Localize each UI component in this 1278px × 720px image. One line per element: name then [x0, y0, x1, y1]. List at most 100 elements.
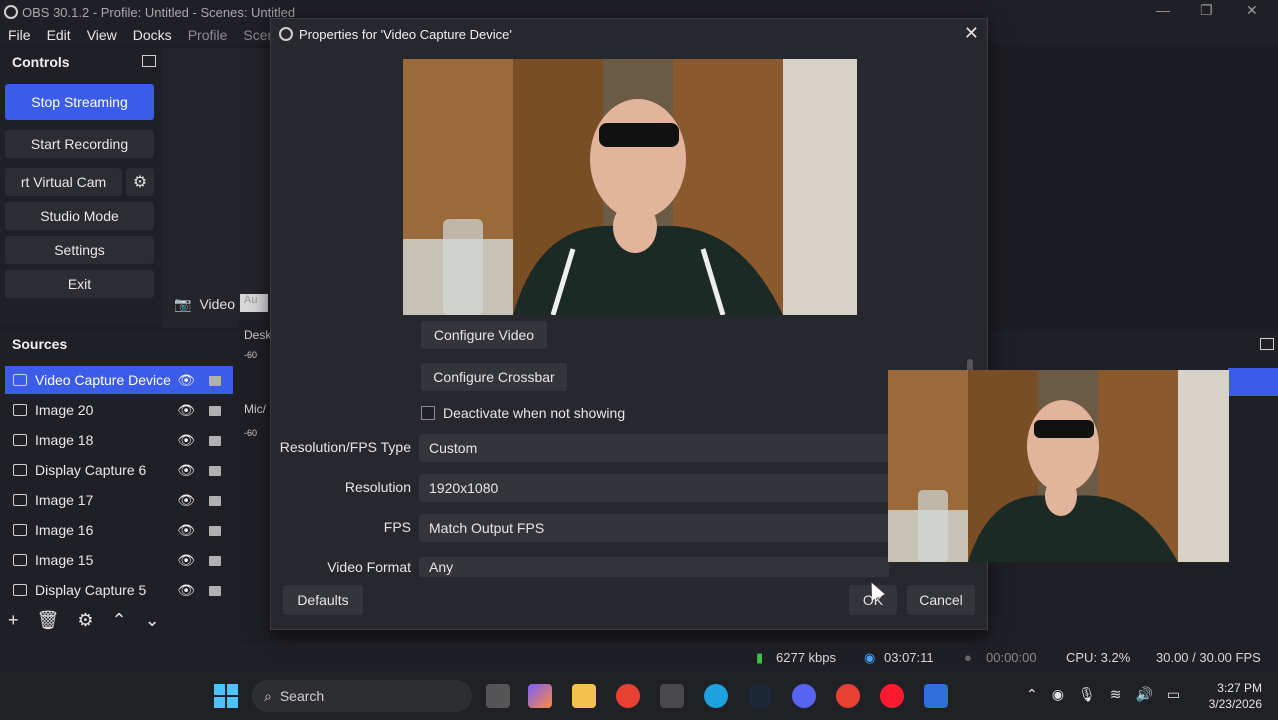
- visibility-eye-icon[interactable]: 👁: [177, 372, 195, 389]
- obs-taskbar-icon[interactable]: [924, 684, 948, 708]
- taskbar-search[interactable]: ⌕ Search: [252, 680, 472, 712]
- obs-tray-icon[interactable]: ◉: [1052, 686, 1064, 703]
- fps-readout: 30.00 / 30.00 FPS: [1156, 650, 1261, 665]
- audio-level-label: -60: [244, 350, 258, 360]
- source-row[interactable]: Image 15 👁: [5, 546, 233, 574]
- gear-icon[interactable]: ⚙: [77, 610, 93, 631]
- cancel-button[interactable]: Cancel: [907, 585, 975, 615]
- move-up-icon[interactable]: ⌃: [112, 610, 127, 631]
- visibility-eye-icon[interactable]: 👁: [177, 402, 195, 419]
- source-name: Video Capture Device: [35, 372, 171, 388]
- resolution-select[interactable]: 1920x1080: [419, 474, 889, 502]
- microphone-icon[interactable]: 🎙: [1078, 686, 1096, 703]
- virtual-cam-button[interactable]: rt Virtual Cam: [5, 168, 122, 196]
- source-row[interactable]: Image 20 👁: [5, 396, 233, 424]
- visibility-eye-icon[interactable]: 👁: [177, 552, 195, 569]
- opera-icon[interactable]: [880, 684, 904, 708]
- source-row[interactable]: Display Capture 6 👁: [5, 456, 233, 484]
- source-row[interactable]: Image 16 👁: [5, 516, 233, 544]
- resolution-fps-type-select[interactable]: Custom: [419, 434, 889, 462]
- visibility-eye-icon[interactable]: 👁: [177, 522, 195, 539]
- monitor-icon: [13, 464, 27, 476]
- undock-icon[interactable]: [1260, 338, 1274, 350]
- lock-icon[interactable]: [209, 496, 221, 506]
- move-down-icon[interactable]: ⌄: [145, 610, 160, 631]
- status-bar: ▮ 6277 kbps ◉ 03:07:11 ● 00:00:00 CPU: 3…: [0, 642, 1278, 672]
- selected-row[interactable]: [1228, 368, 1278, 396]
- controls-dock: Controls Stop Streaming Start Recording …: [0, 48, 162, 326]
- source-row[interactable]: Video Capture Device 👁: [5, 366, 233, 394]
- menu-edit[interactable]: Edit: [47, 27, 71, 43]
- visibility-eye-icon[interactable]: 👁: [177, 462, 195, 479]
- deactivate-checkbox-row[interactable]: Deactivate when not showing: [421, 405, 625, 421]
- windows-start-icon[interactable]: [214, 684, 238, 708]
- monitor-icon: [13, 584, 27, 596]
- obs-logo-icon: [4, 5, 18, 19]
- chrome-icon[interactable]: [616, 684, 640, 708]
- taskbar: ⌕ Search ⌃ ◉ 🎙 ≋ 🔊 ▭ 3:27 PM 3/23/2026: [0, 672, 1278, 720]
- clock[interactable]: 3:27 PM 3/23/2026: [1209, 680, 1262, 712]
- video-format-label: Video Format: [327, 559, 411, 575]
- scene-source-label: Video: [199, 296, 235, 312]
- copilot-icon[interactable]: [528, 684, 552, 708]
- source-row[interactable]: Display Capture 5 👁: [5, 576, 233, 604]
- lock-icon[interactable]: [209, 586, 221, 596]
- visibility-eye-icon[interactable]: 👁: [177, 582, 195, 599]
- chrome-profile-icon[interactable]: [836, 684, 860, 708]
- undock-icon[interactable]: [142, 55, 156, 67]
- defaults-button[interactable]: Defaults: [283, 585, 363, 615]
- preview-area: [162, 48, 270, 328]
- fps-select[interactable]: Match Output FPS: [419, 514, 889, 542]
- cpu-usage: CPU: 3.2%: [1066, 650, 1131, 665]
- source-row[interactable]: Image 18 👁: [5, 426, 233, 454]
- battery-icon[interactable]: ▭: [1167, 686, 1180, 703]
- source-row[interactable]: Image 17 👁: [5, 486, 233, 514]
- app-title: OBS 30.1.2 - Profile: Untitled - Scenes:…: [22, 4, 296, 20]
- steam-icon[interactable]: [748, 684, 772, 708]
- minimize-button[interactable]: —: [1156, 2, 1170, 18]
- store-icon[interactable]: [660, 684, 684, 708]
- video-format-select[interactable]: Any: [419, 557, 889, 577]
- lock-icon[interactable]: [209, 466, 221, 476]
- lock-icon[interactable]: [209, 526, 221, 536]
- lock-icon[interactable]: [209, 406, 221, 416]
- close-button[interactable]: ✕: [1246, 2, 1258, 19]
- start-recording-button[interactable]: Start Recording: [5, 130, 154, 158]
- lock-icon[interactable]: [209, 436, 221, 446]
- trash-icon[interactable]: 🗑: [37, 610, 60, 631]
- task-view-icon[interactable]: [486, 684, 510, 708]
- visibility-eye-icon[interactable]: 👁: [177, 492, 195, 509]
- lock-icon[interactable]: [209, 376, 221, 386]
- visibility-eye-icon[interactable]: 👁: [177, 432, 195, 449]
- bitrate-readout: 6277 kbps: [776, 650, 836, 665]
- configure-crossbar-button[interactable]: Configure Crossbar: [421, 363, 567, 391]
- source-name: Image 18: [35, 432, 94, 448]
- lock-icon[interactable]: [209, 556, 221, 566]
- virtual-cam-settings-gear-icon[interactable]: ⚙: [126, 168, 154, 196]
- chevron-up-icon[interactable]: ⌃: [1026, 686, 1038, 703]
- discord-icon[interactable]: [792, 684, 816, 708]
- stop-streaming-button[interactable]: Stop Streaming: [5, 84, 154, 120]
- configure-video-button[interactable]: Configure Video: [421, 321, 547, 349]
- audio-tab[interactable]: Au: [240, 294, 268, 312]
- deactivate-checkbox[interactable]: [421, 406, 435, 420]
- controls-title: Controls: [12, 54, 70, 70]
- add-icon[interactable]: +: [8, 610, 19, 631]
- maximize-button[interactable]: ❐: [1200, 2, 1213, 19]
- wifi-icon[interactable]: ≋: [1110, 686, 1122, 703]
- menu-docks[interactable]: Docks: [133, 27, 172, 43]
- settings-button[interactable]: Settings: [5, 236, 154, 264]
- menu-profile[interactable]: Profile: [188, 27, 228, 43]
- menu-view[interactable]: View: [87, 27, 117, 43]
- source-name: Image 16: [35, 522, 94, 538]
- file-explorer-icon[interactable]: [572, 684, 596, 708]
- studio-mode-button[interactable]: Studio Mode: [5, 202, 154, 230]
- sources-header: Sources: [0, 330, 238, 358]
- edge-icon[interactable]: [704, 684, 728, 708]
- speaker-icon[interactable]: 🔊: [1135, 686, 1152, 703]
- dialog-close-icon[interactable]: ✕: [964, 23, 979, 44]
- menu-file[interactable]: File: [8, 27, 31, 43]
- exit-button[interactable]: Exit: [5, 270, 154, 298]
- stream-time: 03:07:11: [884, 650, 934, 665]
- image-icon: [13, 404, 27, 416]
